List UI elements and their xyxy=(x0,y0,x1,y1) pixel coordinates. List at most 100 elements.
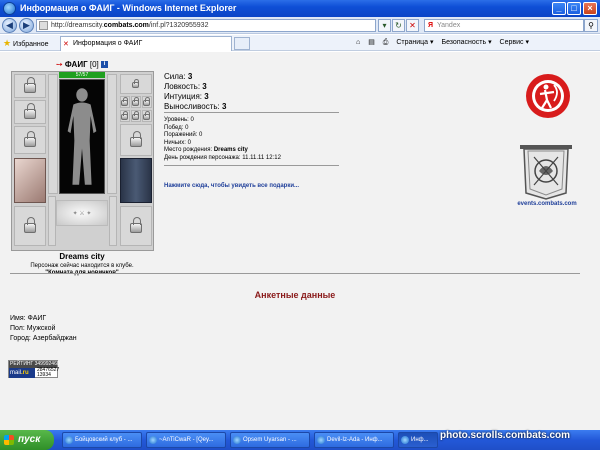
stat-endurance: Выносливость: 3 xyxy=(164,102,227,111)
divider xyxy=(164,112,339,113)
ie-icon xyxy=(401,436,409,444)
events-link[interactable]: events.combats.com xyxy=(510,201,584,207)
equipment-slot[interactable] xyxy=(14,126,46,154)
equipment-slot[interactable] xyxy=(120,124,152,156)
maximize-button[interactable]: □ xyxy=(567,2,581,15)
taskbar-item[interactable]: ~AnTiCwaR - [Qey... xyxy=(146,432,226,448)
stat-intuition: Интуиция: 3 xyxy=(164,92,209,101)
back-button[interactable]: ◀ xyxy=(2,18,17,33)
forward-button[interactable]: ▶ xyxy=(19,18,34,33)
lock-icon xyxy=(143,97,150,106)
ie-icon xyxy=(3,2,16,15)
refresh-icon[interactable]: ↻ xyxy=(392,19,405,32)
stop-icon[interactable]: ✕ xyxy=(406,19,419,32)
lock-icon xyxy=(132,79,139,88)
lock-icon xyxy=(130,217,142,233)
watermark: photo.scrolls.combats.com xyxy=(440,430,571,441)
taskbar-item-active[interactable]: Инф... xyxy=(398,432,438,448)
lock-icon xyxy=(24,217,36,233)
equipment-slot[interactable] xyxy=(14,74,46,98)
equipment-slot-narrow xyxy=(107,74,117,194)
address-bar: ◀ ▶ http://dreamscity.combats.com/inf.pl… xyxy=(0,17,600,34)
coat-item-image[interactable] xyxy=(14,158,46,203)
taskbar-item[interactable]: Бойцовский клуб - ... xyxy=(62,432,142,448)
equipment-slot-small[interactable] xyxy=(142,96,152,108)
profile-section-title: Анкетные данные xyxy=(254,290,336,300)
new-tab-button[interactable] xyxy=(234,37,250,50)
detail-draws: Ничьих: 0 xyxy=(164,139,191,146)
close-button[interactable]: × xyxy=(583,2,597,15)
gifts-link[interactable]: Нажмите сюда, чтобы увидеть все подарки.… xyxy=(164,183,299,189)
body-silhouette-icon xyxy=(67,88,97,185)
location-text: Персонаж сейчас находится в клубе. xyxy=(30,263,134,269)
hp-bar: 57/57 xyxy=(59,72,105,78)
mail-rating-badge[interactable]: РЕЙТИНГ 349992460 mail.ru 28476527 13934 xyxy=(8,360,60,378)
print-icon[interactable]: ⎙ xyxy=(383,39,389,46)
equipment-slot-small[interactable] xyxy=(120,110,130,122)
minimize-button[interactable]: _ xyxy=(552,2,566,15)
equipment-slot[interactable] xyxy=(14,206,46,246)
lock-icon xyxy=(121,97,128,106)
events-banner-icon[interactable] xyxy=(514,143,578,201)
stats-list: Сила: 3 Ловкость: 3 Интуиция: 3 Вынослив… xyxy=(164,72,226,112)
character-silhouette xyxy=(59,79,105,194)
equipment-slot[interactable] xyxy=(120,206,152,246)
equipment-slot-small[interactable] xyxy=(120,96,130,108)
taskbar-item[interactable]: Opsem Uyarsan - ... xyxy=(230,432,310,448)
window-title: Информация о ФАИГ - Windows Internet Exp… xyxy=(20,3,237,13)
detail-level: Уровень: 0 xyxy=(164,117,194,123)
equipment-slot-narrow xyxy=(48,196,56,246)
equipment-slot-small[interactable] xyxy=(131,96,141,108)
taskbar-item[interactable]: Devil-Iz-Ada - Инф... xyxy=(314,432,394,448)
profile-city: Город: Азербайджан xyxy=(10,335,77,342)
url-field[interactable]: http://dreamscity.combats.com/inf.pl?132… xyxy=(36,19,376,32)
yandex-logo-icon: Я xyxy=(428,22,434,29)
stat-strength: Сила: 3 xyxy=(164,72,193,81)
tab-current[interactable]: ✕ Информация о ФАИГ xyxy=(60,36,232,51)
start-button[interactable]: пуск xyxy=(0,430,54,450)
ie-icon xyxy=(233,436,241,444)
equipment-slot-narrow xyxy=(48,74,58,194)
profile-gender: Пол: Мужской xyxy=(10,325,56,332)
detail-wins: Побед: 0 xyxy=(164,124,189,131)
tools-menu[interactable]: Сервис ▾ xyxy=(500,39,529,46)
club-emblem-icon: ✦ ⚔ ✦ xyxy=(56,200,108,226)
favorites-button[interactable]: ★ Избранное xyxy=(3,38,49,49)
equipment-slot[interactable] xyxy=(120,74,152,94)
star-icon: ★ xyxy=(3,38,12,48)
profile-name: Имя: ФАИГ xyxy=(10,315,47,322)
divider xyxy=(10,273,580,274)
lock-icon xyxy=(132,111,139,120)
equipment-slot-small[interactable] xyxy=(131,110,141,122)
lock-icon xyxy=(130,131,142,147)
feeds-icon[interactable]: ▤ xyxy=(368,39,375,46)
profile-fields: Имя: ФАИГ Пол: Мужской Город: Азербайджа… xyxy=(10,314,77,344)
character-panel: ➙ ФАИГ [0] i 57/57 ✦ ⚔ ✦ Dreams city Пер… xyxy=(10,60,154,292)
equipment-slot-small[interactable] xyxy=(142,110,152,122)
command-bar: ⌂ ▤ ⎙ Страница ▾ Безопасность ▾ Сервис ▾ xyxy=(356,38,535,47)
page-menu[interactable]: Страница ▾ xyxy=(396,39,433,46)
detail-losses: Поражений: 0 xyxy=(164,132,203,138)
search-icon[interactable]: ⚲ xyxy=(584,19,598,32)
pants-item-image[interactable] xyxy=(120,158,152,203)
equipment-slot[interactable] xyxy=(14,100,46,124)
safety-menu[interactable]: Безопасность ▾ xyxy=(441,39,491,46)
search-input[interactable]: Я Yandex xyxy=(424,19,584,32)
page-content: ➙ ФАИГ [0] i 57/57 ✦ ⚔ ✦ Dreams city Пер… xyxy=(0,52,600,430)
lock-icon xyxy=(24,103,36,119)
character-name: ➙ ФАИГ [0] i xyxy=(10,60,154,69)
detail-birthday: День рождения персонажа: 11.11.11 12:12 xyxy=(164,154,281,161)
arrow-icon: ➙ xyxy=(55,60,63,69)
windows-logo-icon xyxy=(4,435,14,445)
url-dropdown-icon[interactable]: ▾ xyxy=(378,19,391,32)
ie-icon xyxy=(317,436,325,444)
stat-agility: Ловкость: 3 xyxy=(164,82,207,91)
lock-icon xyxy=(24,77,36,93)
archer-emblem-icon[interactable] xyxy=(524,72,572,120)
lock-icon xyxy=(143,111,150,120)
detail-birthplace: Место рождения: Dreams city xyxy=(164,147,248,153)
home-icon[interactable]: ⌂ xyxy=(356,39,360,46)
info-icon[interactable]: i xyxy=(101,61,108,69)
combats-tab-icon: ✕ xyxy=(63,41,69,48)
page-favicon-icon xyxy=(39,21,48,30)
